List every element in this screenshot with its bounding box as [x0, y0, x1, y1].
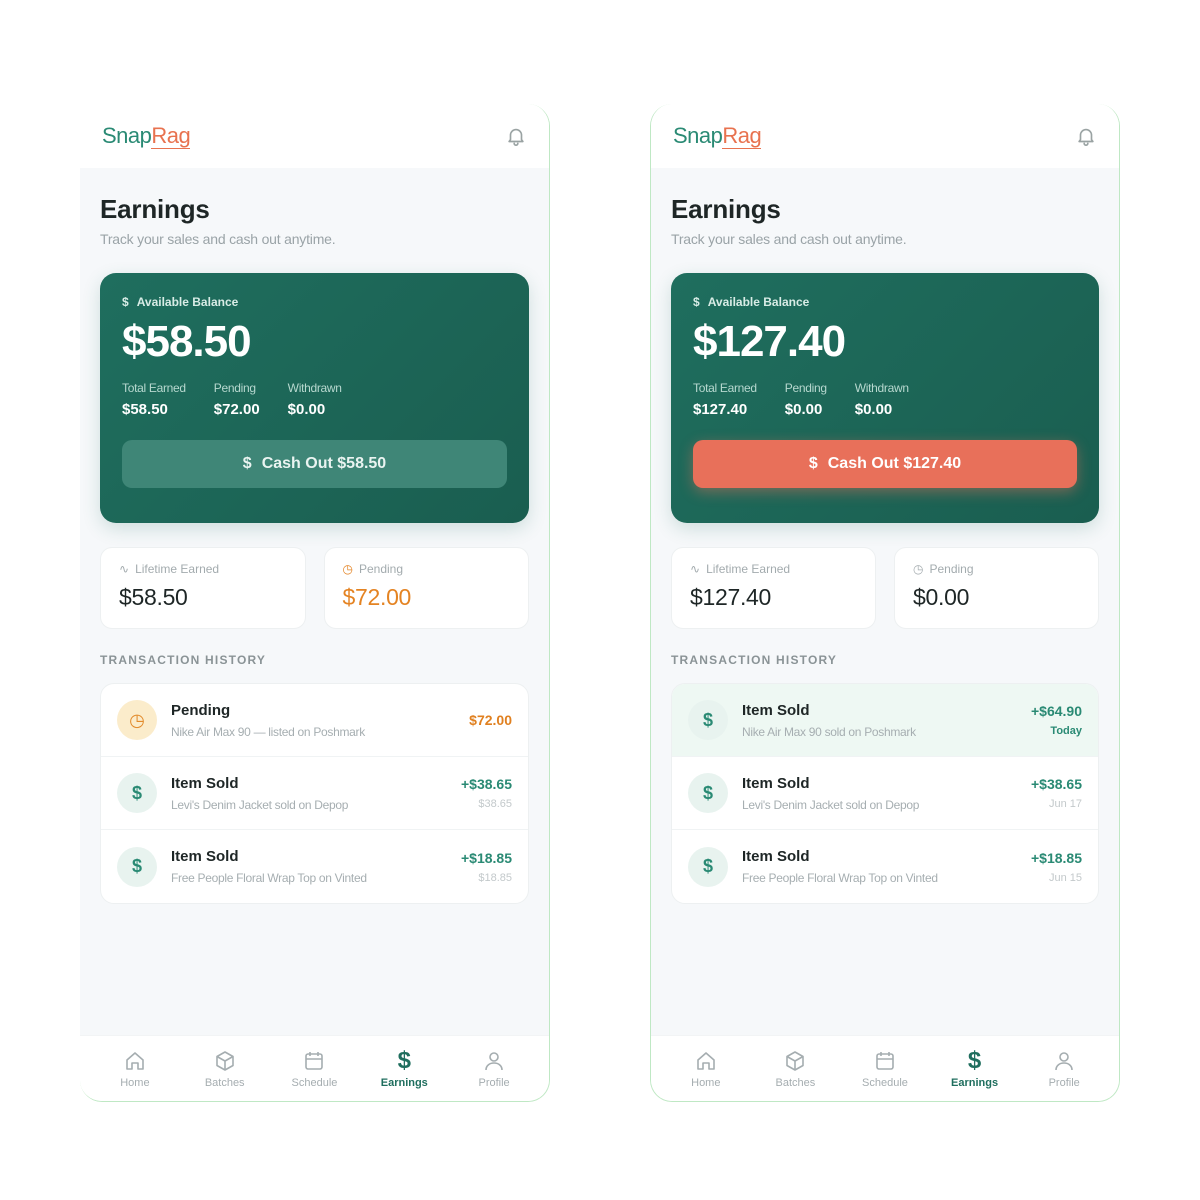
pending-value: $72.00: [342, 584, 412, 610]
nav-batches[interactable]: Batches: [755, 1049, 835, 1089]
cash-out-button[interactable]: $ Cash Out $127.40: [693, 440, 1077, 488]
pending-card: ◷ Pending $72.00: [323, 547, 529, 629]
stat-withdrawn: Withdrawn $0.00: [287, 381, 342, 418]
lifetime-earned-value: $127.40: [690, 584, 772, 610]
transaction-row[interactable]: ◷ Pending Nike Air Max 90 — listed on Pos…: [101, 684, 528, 757]
phone-screen-left: SnapRag Earnings Track your sales and ca…: [80, 104, 550, 1102]
top-bar: SnapRag: [651, 104, 1119, 168]
user-icon: [1055, 1051, 1073, 1070]
stat-total-earned: Total Earned $58.50: [122, 381, 186, 418]
transaction-list: ◷ Pending Nike Air Max 90 — listed on Pos…: [100, 683, 529, 904]
box-icon: [215, 1050, 234, 1071]
user-icon: [485, 1051, 503, 1070]
lifetime-earned-card: ∿ Lifetime Earned $127.40: [671, 547, 876, 629]
earnings-content: Earnings Track your sales and cash out a…: [80, 168, 549, 1035]
app-logo[interactable]: SnapRag: [673, 123, 762, 149]
bottom-nav: Home Batches Schedule $ Earnings Profile: [80, 1035, 549, 1101]
dollar-icon: $: [117, 773, 157, 813]
balance-stats: Total Earned $127.40 Pending $0.00 Withdra…: [693, 381, 1077, 418]
balance-amount: $58.50: [122, 317, 252, 366]
balance-amount: $127.40: [693, 317, 846, 366]
home-icon: [126, 1051, 144, 1070]
calendar-icon: [876, 1051, 894, 1070]
stat-pending: Pending $72.00: [213, 381, 260, 418]
clock-icon: ◷: [342, 562, 353, 576]
balance-stats: Total Earned $58.50 Pending $72.00 Withdra…: [122, 381, 507, 418]
dollar-icon: $: [693, 295, 700, 309]
dollar-icon: $: [967, 1046, 982, 1074]
page-title: Earnings: [100, 194, 210, 224]
dollar-icon: $: [688, 773, 728, 813]
dollar-icon: $: [117, 846, 157, 887]
activity-icon: ∿: [119, 562, 130, 576]
transaction-list: $ Item Sold Nike Air Max 90 sold on Poshm…: [671, 683, 1099, 904]
dollar-icon: $: [397, 1046, 411, 1074]
dollar-icon: $: [242, 455, 252, 472]
lifetime-earned-card: ∿ Lifetime Earned $58.50: [100, 547, 306, 629]
page-subtitle: Track your sales and cash out anytime.: [671, 231, 907, 247]
page-title: Earnings: [671, 194, 781, 224]
stat-total-earned: Total Earned $127.40: [693, 381, 757, 418]
bell-icon[interactable]: [1075, 125, 1097, 147]
balance-label: Available Balance: [707, 295, 810, 309]
stat-pending: Pending $0.00: [784, 381, 827, 418]
activity-icon: ∿: [690, 562, 701, 576]
dollar-icon: $: [808, 455, 818, 472]
nav-schedule[interactable]: Schedule: [845, 1049, 925, 1089]
balance-card: $ Available Balance $127.40 Total Earned $…: [671, 273, 1099, 523]
transaction-history-heading: TRANSACTION HISTORY: [671, 653, 838, 667]
balance-card: $ Available Balance $58.50 Total Earned $5…: [100, 273, 529, 523]
balance-label: Available Balance: [136, 295, 239, 309]
dollar-icon: $: [122, 295, 129, 309]
transaction-row[interactable]: $ Item Sold Levi's Denim Jacket sold on D…: [101, 757, 528, 830]
box-icon: [786, 1050, 805, 1071]
stat-withdrawn: Withdrawn $0.00: [854, 381, 909, 418]
phone-screen-right: SnapRag Earnings Track your sales and ca…: [650, 104, 1120, 1102]
transaction-row[interactable]: $ Item Sold Levi's Denim Jacket sold on D…: [672, 757, 1098, 830]
transaction-row[interactable]: $ Item Sold Free People Floral Wrap Top o…: [101, 830, 528, 903]
transaction-row[interactable]: $ Item Sold Free People Floral Wrap Top o…: [672, 830, 1098, 903]
clock-icon: ◷: [913, 562, 924, 576]
app-logo[interactable]: SnapRag: [102, 123, 191, 149]
dollar-icon: $: [688, 846, 728, 887]
page-subtitle: Track your sales and cash out anytime.: [100, 231, 336, 247]
nav-home[interactable]: Home: [95, 1049, 175, 1089]
nav-schedule[interactable]: Schedule: [274, 1049, 354, 1089]
transaction-row[interactable]: $ Item Sold Nike Air Max 90 sold on Poshm…: [672, 684, 1098, 757]
nav-earnings[interactable]: $ Earnings: [364, 1046, 444, 1089]
nav-home[interactable]: Home: [666, 1049, 746, 1089]
nav-batches[interactable]: Batches: [185, 1049, 265, 1089]
bell-icon[interactable]: [505, 125, 527, 147]
top-bar: SnapRag: [80, 104, 549, 168]
pending-value: $0.00: [913, 584, 970, 610]
pending-card: ◷ Pending $0.00: [894, 547, 1099, 629]
lifetime-earned-value: $58.50: [119, 584, 188, 610]
cash-out-button[interactable]: $ Cash Out $58.50: [122, 440, 507, 488]
nav-earnings[interactable]: $ Earnings: [935, 1046, 1015, 1089]
earnings-content: Earnings Track your sales and cash out a…: [651, 168, 1119, 1035]
home-icon: [696, 1051, 715, 1070]
dollar-icon: $: [688, 700, 728, 740]
calendar-icon: [305, 1051, 324, 1070]
clock-icon: ◷: [117, 700, 157, 740]
transaction-history-heading: TRANSACTION HISTORY: [100, 653, 267, 667]
nav-profile[interactable]: Profile: [1024, 1049, 1104, 1089]
nav-profile[interactable]: Profile: [454, 1049, 534, 1089]
bottom-nav: Home Batches Schedule $ Earnings Profile: [651, 1035, 1119, 1101]
